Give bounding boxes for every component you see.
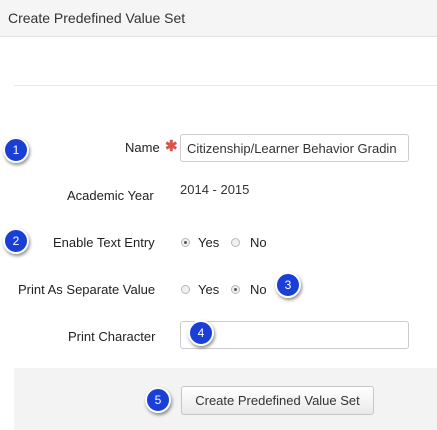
print-character-input[interactable]	[180, 321, 409, 349]
enable-text-entry-yes-radio[interactable]	[181, 238, 190, 247]
dialog-header: Create Predefined Value Set	[0, 0, 437, 37]
name-input[interactable]	[180, 134, 409, 162]
callout-badge-1: 1	[3, 137, 29, 163]
create-predefined-value-set-button[interactable]: Create Predefined Value Set	[181, 386, 374, 415]
print-separate-yes-label[interactable]: Yes	[198, 282, 219, 297]
academic-year-value: 2014 - 2015	[180, 182, 250, 197]
print-character-label: Print Character	[68, 329, 156, 344]
enable-text-entry-no-label[interactable]: No	[250, 235, 267, 250]
enable-text-entry-yes-label[interactable]: Yes	[198, 235, 219, 250]
callout-badge-4: 4	[188, 320, 214, 346]
section-divider	[14, 85, 437, 86]
callout-badge-2: 2	[3, 228, 29, 254]
name-label: Name	[125, 140, 160, 155]
enable-text-entry-label: Enable Text Entry	[53, 235, 155, 250]
print-separate-label: Print As Separate Value	[18, 282, 156, 297]
required-star-icon: ✱	[165, 138, 178, 155]
dialog-title: Create Predefined Value Set	[8, 10, 186, 26]
callout-badge-5: 5	[145, 387, 171, 413]
print-separate-no-label[interactable]: No	[250, 282, 267, 297]
callout-badge-3: 3	[275, 272, 301, 298]
enable-text-entry-no-radio[interactable]	[231, 238, 240, 247]
print-separate-yes-radio[interactable]	[181, 285, 190, 294]
academic-year-label: Academic Year	[67, 188, 154, 203]
print-separate-no-radio[interactable]	[231, 285, 240, 294]
